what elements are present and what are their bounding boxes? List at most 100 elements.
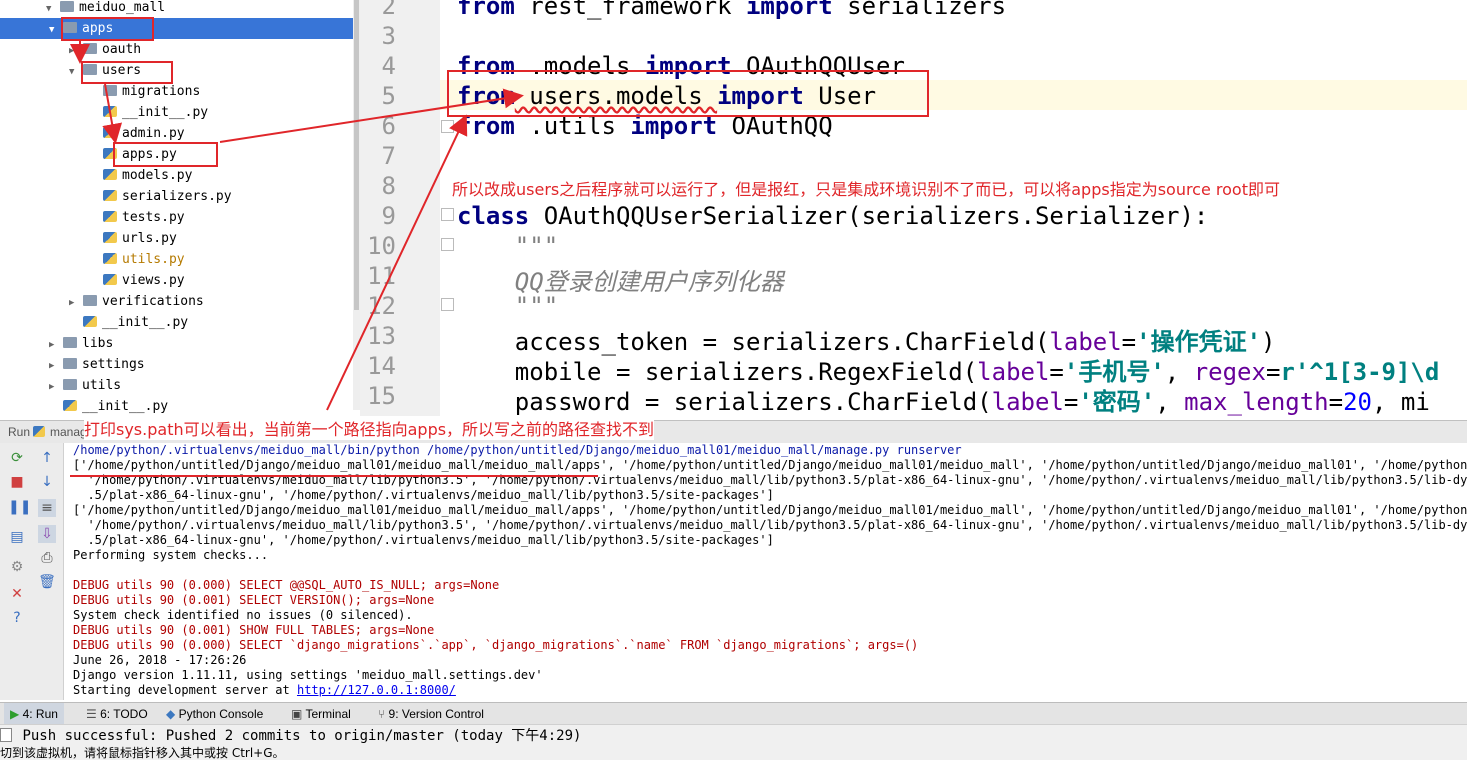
console-line-text: ['/home/python/untitled/Django/meiduo_ma… [73,458,1467,472]
code-line-2[interactable]: from rest_framework import serializers [457,0,1006,20]
code-line-12[interactable]: """ [457,292,558,320]
close-icon[interactable]: ✕ [8,585,26,603]
console-line-text: Django version 1.11.11, using settings '… [73,668,543,682]
tree-item[interactable]: __init__.py [0,396,353,415]
code-text: password = serializers.CharField( [457,388,992,416]
run-tab-label[interactable]: Run [8,425,30,439]
code-line-15[interactable]: password = serializers.CharField(label='… [457,382,1430,417]
clear-all-icon[interactable]: 🗑 [38,573,56,591]
stop-icon[interactable]: ■ [8,473,26,491]
tree-item[interactable]: tests.py [0,207,353,228]
console-line-text: System check identified no issues (0 sil… [73,608,413,622]
python-file-icon [83,316,97,327]
scroll-down-icon[interactable]: ↓ [38,473,56,491]
kwarg: max_length [1184,388,1329,416]
collapsed-arrow-icon[interactable]: ▶ [69,293,83,314]
event-log-icon[interactable] [0,728,12,742]
code-text: rest_framework [514,0,746,20]
python-file-icon [103,232,117,243]
fold-marker[interactable] [441,208,454,221]
project-tree: ▼ meiduo_mall ▼ apps ▶ oauth ▼ users migrations _… [0,0,360,415]
tree-item-label: utils [82,378,122,393]
annotation-box-import-line [447,70,929,117]
keyword: import [745,0,833,20]
console-line: System check identified no issues (0 sil… [73,608,413,623]
line-number: 10 [367,232,396,260]
fold-marker[interactable] [441,238,454,251]
python-file-icon [103,169,117,180]
restore-layout-icon[interactable]: ▤ [8,528,26,546]
help-icon[interactable]: ? [8,609,26,627]
todo-icon: ☰ [86,707,101,721]
console-line: Django version 1.11.11, using settings '… [73,668,543,683]
tree-item[interactable]: utils.py [0,249,353,270]
code-text: = [1328,388,1344,416]
code-line-9[interactable]: class OAuthQQUserSerializer(serializers.… [457,202,1208,230]
console-line-text: '/home/python/.virtualenvs/meiduo_mall/l… [73,518,1467,532]
collapsed-arrow-icon[interactable]: ▶ [69,41,83,62]
scroll-to-end-icon[interactable]: ⇩ [38,525,56,543]
expanded-arrow-icon[interactable]: ▼ [46,0,60,20]
tree-item[interactable]: views.py [0,270,353,291]
tree-item[interactable]: ▶ verifications [0,291,353,312]
tool-tab[interactable]: ⑂ 9: Version Control [372,703,490,725]
fold-marker[interactable] [441,298,454,311]
tree-item[interactable]: admin.py [0,123,353,144]
line-number: 8 [381,172,396,200]
soft-wrap-icon[interactable]: ≡ [38,499,56,517]
tree-item-label: __init__.py [122,105,209,120]
console-line-text: DEBUG utils 90 (0.001) SELECT VERSION();… [73,593,435,607]
line-number: 15 [367,382,396,410]
scroll-up-icon[interactable]: ↑ [38,449,56,467]
tree-item[interactable]: models.py [0,165,353,186]
tree-item-label: oauth [102,42,142,57]
collapsed-arrow-icon[interactable]: ▶ [49,335,63,356]
tree-item[interactable]: ▼ meiduo_mall [0,0,353,18]
line-number: 6 [381,112,396,140]
python-file-icon [103,253,117,264]
collapsed-arrow-icon[interactable]: ▶ [49,356,63,377]
tree-item[interactable]: urls.py [0,228,353,249]
server-url-link[interactable]: http://127.0.0.1:8000/ [297,683,456,697]
tree-item[interactable]: serializers.py [0,186,353,207]
console-line-text: Starting development server at [73,683,297,697]
console-line: June 26, 2018 - 17:26:26 [73,653,246,668]
tree-scrollbar-thumb[interactable] [354,0,359,310]
string-literal: '密码' [1078,388,1156,416]
collapsed-arrow-icon[interactable]: ▶ [49,377,63,398]
tool-tab[interactable]: ◆ Python Console [160,703,269,725]
tree-item[interactable]: ▶ utils [0,375,353,396]
console-line: .5/plat-x86_64-linux-gnu', '/home/python… [73,488,773,503]
tree-item[interactable]: __init__.py [0,312,353,333]
tree-item[interactable]: ▶ libs [0,333,353,354]
console-line: DEBUG utils 90 (0.001) SELECT VERSION();… [73,593,434,608]
line-number: 5 [381,82,396,110]
tree-item[interactable]: ▶ settings [0,354,353,375]
line-number: 11 [367,262,396,290]
line-number: 9 [381,202,396,230]
pause-icon[interactable]: ❚❚ [8,498,31,516]
tool-tab[interactable]: ▶ 4: Run [4,703,64,725]
tree-item[interactable]: __init__.py [0,102,353,123]
tree-item-label: admin.py [122,126,185,141]
settings-icon[interactable]: ⚙ [8,558,26,576]
rerun-icon[interactable]: ⟳ [8,449,26,467]
tree-item-label: libs [82,336,114,351]
code-text: = [1063,388,1079,416]
code-line-10[interactable]: """ [457,232,558,260]
run-icon: ▶ [10,707,23,721]
tool-tab-label: 4: Run [22,707,58,721]
tree-item[interactable]: ▶ oauth [0,39,353,60]
tree-item[interactable]: migrations [0,81,353,102]
tool-tab[interactable]: ▣ Terminal [285,703,357,725]
tree-item[interactable]: ▼ apps [0,18,353,39]
print-icon[interactable]: ⎙ [38,549,56,567]
console-line-text: DEBUG utils 90 (0.000) SELECT `django_mi… [73,638,919,652]
tool-tab[interactable]: ☰ 6: TODO [80,703,154,725]
run-console[interactable]: /home/python/.virtualenvs/meiduo_mall/bi… [64,443,1467,700]
annotation-box-apps-py [113,142,218,167]
fold-marker[interactable] [441,120,454,133]
console-line: '/home/python/.virtualenvs/meiduo_mall/l… [73,518,1467,533]
tool-tab-label: 9: Version Control [388,707,484,721]
tree-item[interactable]: ▼ users [0,60,353,81]
